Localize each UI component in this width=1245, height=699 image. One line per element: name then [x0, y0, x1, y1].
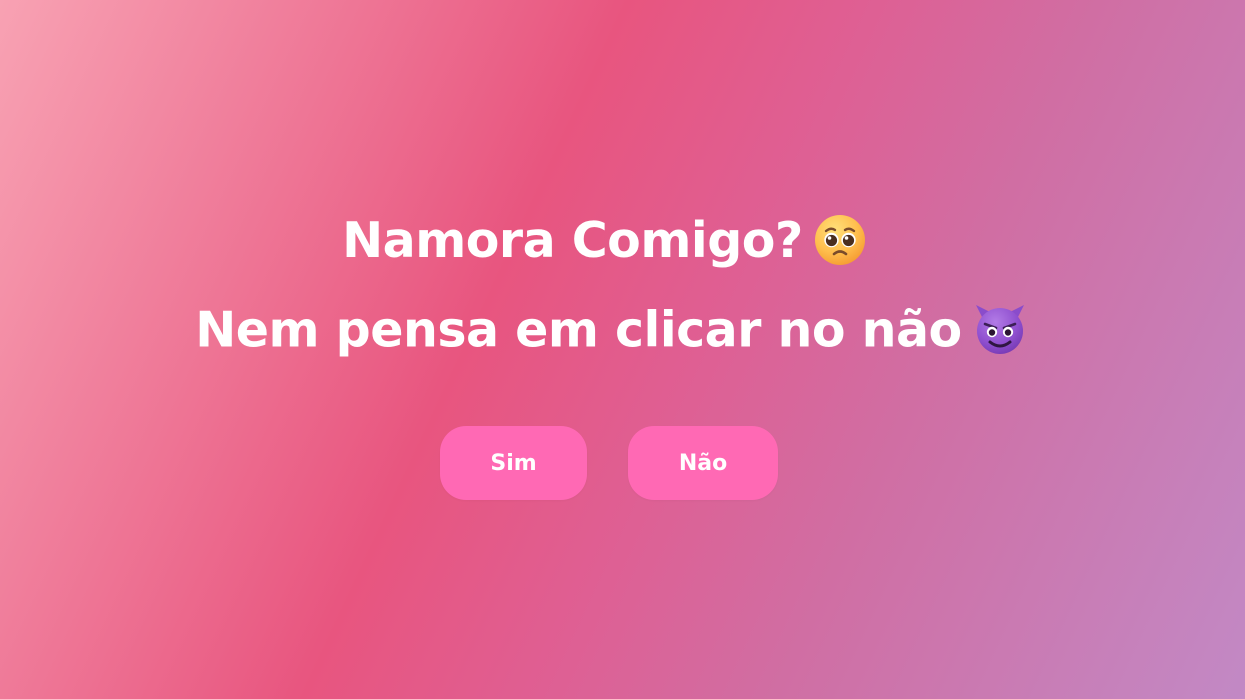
no-button[interactable]: Não: [628, 426, 778, 500]
yes-button[interactable]: Sim: [440, 426, 587, 500]
question-heading: Namora Comigo?: [0, 213, 1227, 271]
warning-heading: Nem pensa em clicar no não: [0, 305, 1234, 361]
warning-text: Nem pensa em clicar no não: [195, 301, 962, 359]
proposal-screen: Namora Comigo? Nem pensa em clicar no nã…: [0, 0, 1245, 699]
smiling-devil-icon: [972, 301, 1028, 357]
question-text: Namora Comigo?: [342, 212, 803, 269]
pleading-face-icon: [813, 213, 867, 267]
